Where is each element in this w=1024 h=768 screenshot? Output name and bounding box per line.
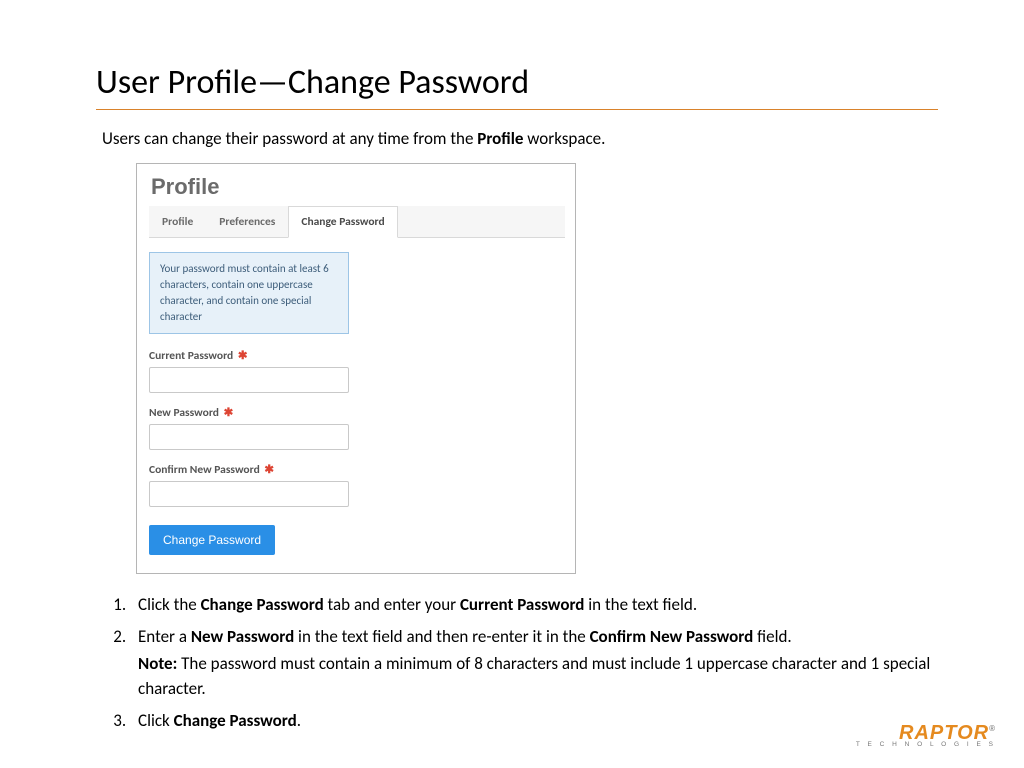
- note-text: The password must contain a minimum of 8…: [138, 653, 930, 699]
- s1-m: tab and enter your: [324, 594, 460, 615]
- tab-profile[interactable]: Profile: [149, 206, 206, 237]
- tab-bar: Profile Preferences Change Password: [149, 206, 565, 238]
- panel-heading: Profile: [151, 174, 565, 200]
- new-password-label: New Password ✱: [149, 405, 565, 420]
- step-2: Enter a New Password in the text field a…: [130, 624, 938, 702]
- intro-bold: Profile: [477, 128, 523, 149]
- s1-p: in the text field.: [584, 594, 697, 615]
- s3-b: Change Password: [174, 710, 297, 731]
- current-password-input[interactable]: [149, 367, 349, 393]
- profile-panel: Profile Profile Preferences Change Passw…: [136, 163, 576, 574]
- confirm-password-input[interactable]: [149, 481, 349, 507]
- page-title: User Profile—Change Password: [96, 62, 938, 103]
- confirm-password-label: Confirm New Password ✱: [149, 462, 565, 477]
- tab-change-password[interactable]: Change Password: [288, 206, 397, 238]
- s3-t: Click: [138, 710, 174, 731]
- s3-p: .: [297, 710, 301, 731]
- intro-text: Users can change their password at any t…: [102, 128, 938, 149]
- title-divider: [96, 109, 938, 110]
- step-3: Click Change Password.: [130, 708, 938, 734]
- intro-post: workspace.: [523, 128, 605, 149]
- note-label: Note:: [138, 653, 177, 674]
- confirm-password-field: Confirm New Password ✱: [149, 462, 565, 507]
- s1-b2: Current Password: [460, 594, 585, 615]
- new-password-field: New Password ✱: [149, 405, 565, 450]
- s1-t: Click the: [138, 594, 201, 615]
- logo-brand: RAPTOR®: [856, 726, 996, 741]
- s1-b1: Change Password: [201, 594, 324, 615]
- password-hint-box: Your password must contain at least 6 ch…: [149, 252, 349, 334]
- footer-logo: RAPTOR® T E C H N O L O G I E S: [856, 726, 996, 748]
- instruction-list: Click the Change Password tab and enter …: [108, 592, 938, 734]
- step-2-note: Note: The password must contain a minimu…: [138, 652, 938, 701]
- change-password-button[interactable]: Change Password: [149, 525, 275, 555]
- current-password-field: Current Password ✱: [149, 348, 565, 393]
- intro-pre: Users can change their password at any t…: [102, 128, 477, 149]
- s2-t: Enter a: [138, 626, 191, 647]
- required-marker: ✱: [264, 463, 274, 477]
- current-password-label: Current Password ✱: [149, 348, 565, 363]
- s2-b1: New Password: [191, 626, 294, 647]
- s2-m: in the text field and then re-enter it i…: [294, 626, 589, 647]
- logo-reg: ®: [989, 724, 996, 733]
- new-password-input[interactable]: [149, 424, 349, 450]
- new-password-label-text: New Password: [149, 406, 219, 420]
- current-password-label-text: Current Password: [149, 349, 233, 363]
- required-marker: ✱: [238, 349, 248, 363]
- step-1: Click the Change Password tab and enter …: [130, 592, 938, 618]
- logo-subtext: T E C H N O L O G I E S: [856, 741, 996, 748]
- tab-preferences[interactable]: Preferences: [206, 206, 288, 237]
- confirm-password-label-text: Confirm New Password: [149, 463, 260, 477]
- s2-b2: Confirm New Password: [590, 626, 754, 647]
- required-marker: ✱: [224, 406, 234, 420]
- s2-p: field.: [753, 626, 791, 647]
